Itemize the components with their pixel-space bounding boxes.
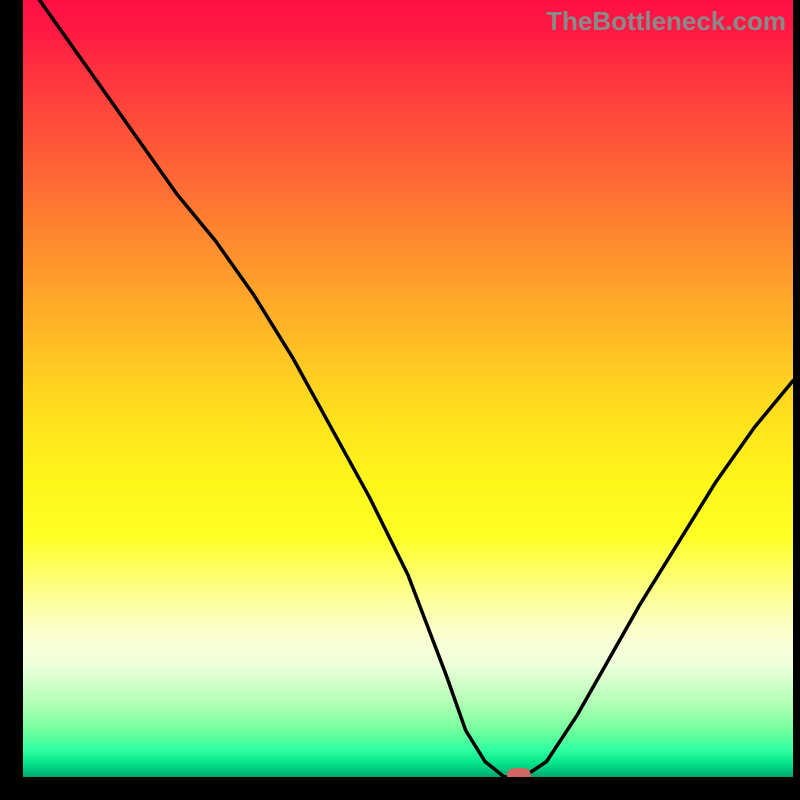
y-axis [0,0,23,800]
x-axis [0,777,800,800]
watermark: TheBottleneck.com [546,6,786,37]
bottleneck-chart: TheBottleneck.com [0,0,800,800]
bottleneck-line [23,0,793,777]
